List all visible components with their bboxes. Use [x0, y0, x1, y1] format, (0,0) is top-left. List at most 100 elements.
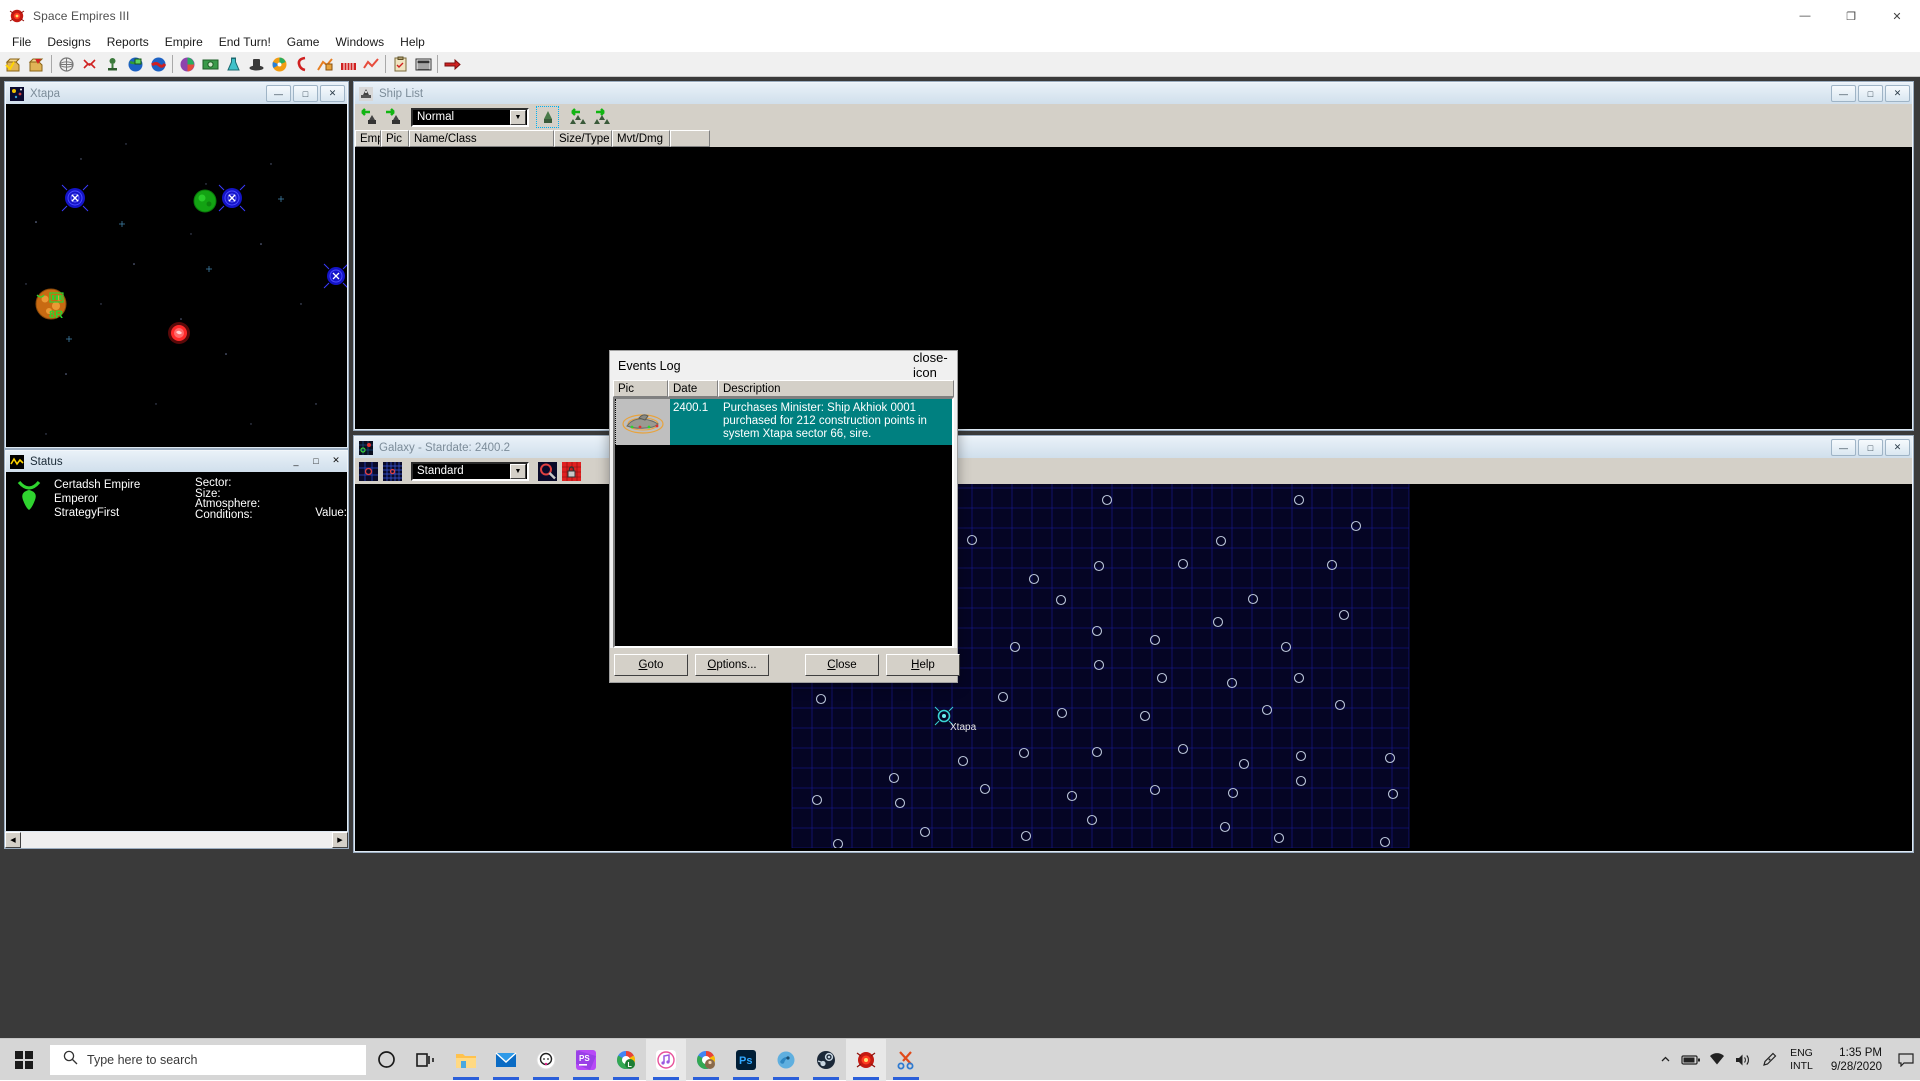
- status-horizontal-scrollbar[interactable]: ◀ ▶: [5, 832, 348, 848]
- ship-list-window[interactable]: Ship List — □ ✕: [353, 81, 1914, 431]
- photoshop-icon[interactable]: Ps: [726, 1039, 766, 1081]
- scroll-left-arrow[interactable]: ◀: [5, 832, 21, 848]
- battery-icon[interactable]: [1678, 1039, 1704, 1081]
- column-header-blank[interactable]: [670, 130, 710, 147]
- empire-icon[interactable]: [147, 54, 169, 75]
- notes-icon[interactable]: [389, 54, 411, 75]
- column-header-name-class[interactable]: Name/Class: [409, 130, 554, 147]
- ship-list-close-button[interactable]: ✕: [1885, 85, 1910, 102]
- events-log-row[interactable]: 2400.1 Purchases Minister: Ship Akhiok 0…: [615, 399, 952, 445]
- notification-icon[interactable]: [1892, 1039, 1920, 1081]
- column-header-pic[interactable]: Pic: [613, 380, 668, 397]
- galaxy-maximize-button[interactable]: □: [1858, 439, 1883, 456]
- itunes-icon[interactable]: [646, 1039, 686, 1081]
- status-minimize-button[interactable]: _: [287, 453, 305, 468]
- xtapa-star-map[interactable]: 8R: [6, 104, 347, 447]
- minimize-button[interactable]: —: [1782, 0, 1828, 32]
- xtapa-system-window[interactable]: Xtapa — □ ✕: [4, 81, 349, 449]
- snipping-tool-icon[interactable]: [886, 1039, 926, 1081]
- messenger-icon[interactable]: [526, 1039, 566, 1081]
- xtapa-maximize-button[interactable]: □: [293, 85, 318, 102]
- ship-filter-combo[interactable]: Normal ▼: [411, 108, 529, 127]
- events-log-dialog[interactable]: Events Log close-icon Pic Date Descripti…: [609, 350, 958, 683]
- maximize-button[interactable]: ❐: [1828, 0, 1874, 32]
- column-header-mvt-dmg[interactable]: Mvt/Dmg: [612, 130, 670, 147]
- menu-empire[interactable]: Empire: [157, 33, 211, 51]
- save-game-icon[interactable]: [26, 54, 48, 75]
- chevron-up-icon[interactable]: [1652, 1039, 1678, 1081]
- chrome-profile-icon[interactable]: L: [606, 1039, 646, 1081]
- status-window[interactable]: Status _ □ ✕: [4, 449, 349, 849]
- firefox-icon[interactable]: [766, 1039, 806, 1081]
- space-empires-icon[interactable]: [846, 1039, 886, 1081]
- status-close-button[interactable]: ✕: [327, 453, 345, 468]
- task-view-icon[interactable]: [406, 1039, 446, 1081]
- column-header-emp[interactable]: Emp: [355, 130, 381, 147]
- galaxy-view-combo[interactable]: Standard ▼: [411, 462, 529, 481]
- load-game-icon[interactable]: [3, 54, 25, 75]
- analysis-icon[interactable]: [360, 54, 382, 75]
- network-icon[interactable]: [1704, 1039, 1730, 1081]
- menu-windows[interactable]: Windows: [327, 33, 392, 51]
- ship-list-rows[interactable]: [355, 147, 1912, 429]
- search-input[interactable]: Type here to search: [50, 1045, 366, 1075]
- column-header-size-type[interactable]: Size/Type: [554, 130, 612, 147]
- scroll-track[interactable]: [21, 832, 332, 848]
- column-header-date[interactable]: Date: [668, 380, 718, 397]
- research-icon[interactable]: [222, 54, 244, 75]
- goto-button[interactable]: Goto: [614, 654, 688, 676]
- mail-icon[interactable]: [486, 1039, 526, 1081]
- scroll-right-arrow[interactable]: ▶: [332, 832, 348, 848]
- news-icon[interactable]: [412, 54, 434, 75]
- close-icon[interactable]: close-icon: [913, 351, 957, 379]
- prev-fleet-icon[interactable]: [566, 106, 589, 128]
- galaxy-window[interactable]: Galaxy - Stardate: 2400.2 — □ ✕: [353, 435, 1914, 853]
- clock[interactable]: 1:35 PM 9/28/2020: [1821, 1046, 1892, 1074]
- construction-icon[interactable]: [314, 54, 336, 75]
- chevron-down-icon[interactable]: ▼: [510, 110, 526, 125]
- chevron-down-icon[interactable]: ▼: [510, 464, 526, 479]
- treasury-icon[interactable]: [199, 54, 221, 75]
- diplomacy-icon[interactable]: [268, 54, 290, 75]
- close-button[interactable]: Close: [805, 654, 879, 676]
- galaxy-map[interactable]: Xtapa: [355, 484, 1912, 851]
- events-log-list[interactable]: 2400.1 Purchases Minister: Ship Akhiok 0…: [613, 397, 954, 648]
- menu-reports[interactable]: Reports: [99, 33, 157, 51]
- next-ship-icon[interactable]: [381, 106, 404, 128]
- sector-view-icon[interactable]: [357, 460, 380, 482]
- resources-icon[interactable]: [176, 54, 198, 75]
- start-button[interactable]: [0, 1039, 48, 1081]
- single-ship-filter-icon[interactable]: [536, 106, 559, 128]
- menu-end-turn[interactable]: End Turn!: [211, 33, 279, 51]
- ship-list-maximize-button[interactable]: □: [1858, 85, 1883, 102]
- systems-report-icon[interactable]: [101, 54, 123, 75]
- column-header-description[interactable]: Description: [718, 380, 954, 397]
- xtapa-minimize-button[interactable]: —: [266, 85, 291, 102]
- language-indicator[interactable]: ENG INTL: [1782, 1047, 1821, 1073]
- intelligence-icon[interactable]: [245, 54, 267, 75]
- next-fleet-icon[interactable]: [590, 106, 613, 128]
- zoom-find-icon[interactable]: [536, 460, 559, 482]
- production-icon[interactable]: [337, 54, 359, 75]
- prev-ship-icon[interactable]: [357, 106, 380, 128]
- phpstorm-icon[interactable]: PS: [566, 1039, 606, 1081]
- galaxy-close-button[interactable]: ✕: [1885, 439, 1910, 456]
- galaxy-minimize-button[interactable]: —: [1831, 439, 1856, 456]
- grid-view-icon[interactable]: [381, 460, 404, 482]
- menu-designs[interactable]: Designs: [39, 33, 98, 51]
- xtapa-close-button[interactable]: ✕: [320, 85, 345, 102]
- colonies-icon[interactable]: [124, 54, 146, 75]
- menu-file[interactable]: File: [4, 33, 39, 51]
- ships-report-icon[interactable]: [78, 54, 100, 75]
- close-button[interactable]: ✕: [1874, 0, 1920, 32]
- steam-icon[interactable]: [806, 1039, 846, 1081]
- pen-icon[interactable]: [1756, 1039, 1782, 1081]
- trade-icon[interactable]: [291, 54, 313, 75]
- chrome-icon[interactable]: [686, 1039, 726, 1081]
- menu-game[interactable]: Game: [279, 33, 328, 51]
- volume-icon[interactable]: [1730, 1039, 1756, 1081]
- column-header-pic[interactable]: Pic: [381, 130, 409, 147]
- menu-help[interactable]: Help: [392, 33, 433, 51]
- planets-report-icon[interactable]: [55, 54, 77, 75]
- options-button[interactable]: Options...: [695, 654, 769, 676]
